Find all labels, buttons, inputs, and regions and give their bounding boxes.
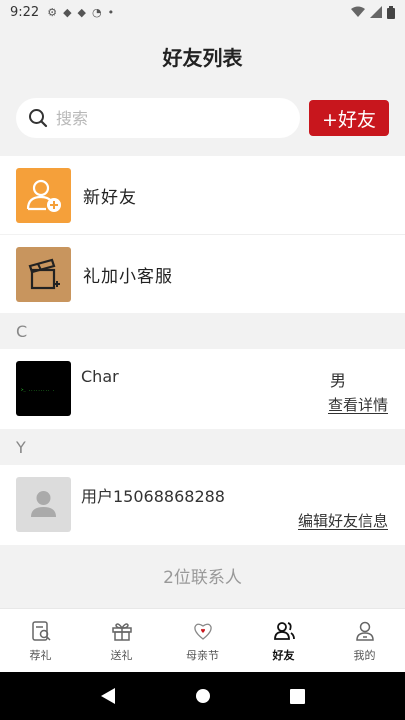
- tab-label: 送礼: [110, 648, 133, 662]
- search-input[interactable]: [56, 108, 276, 128]
- recommend-gift-icon: [31, 620, 51, 641]
- contact-row[interactable]: 用户15068868288 编辑好友信息: [0, 465, 405, 545]
- contact-name: 用户15068868288: [81, 487, 225, 506]
- edit-friend-info-link[interactable]: 编辑好友信息: [298, 510, 388, 531]
- tab-send-gift[interactable]: 送礼: [81, 609, 162, 672]
- avatar: >_ ......... .: [16, 361, 71, 416]
- search-icon: [29, 109, 48, 128]
- bottom-tab-bar: 荐礼 送礼 母亲节 好友 我的: [0, 608, 405, 672]
- contact-row[interactable]: >_ ......... . Char 男 查看详情: [0, 349, 405, 429]
- contact-count: 2位联系人: [163, 567, 242, 588]
- gift-box-icon: [111, 622, 132, 641]
- section-header-y: Y: [0, 429, 405, 465]
- page-title: 好友列表: [162, 45, 243, 70]
- tab-label: 母亲节: [186, 648, 219, 662]
- tab-label: 好友: [272, 648, 295, 662]
- dot-icon: •: [107, 5, 115, 19]
- wifi-off-icon: ◔: [92, 5, 102, 19]
- settings-status-icon: ⚙: [47, 5, 58, 19]
- wifi-icon: [351, 6, 365, 17]
- home-icon[interactable]: [195, 688, 211, 704]
- section-header-c: C: [0, 313, 405, 349]
- contact-name: Char: [81, 367, 119, 386]
- svg-text:>_ ......... .: >_ ......... .: [21, 387, 55, 392]
- search-row: +好友: [0, 90, 405, 146]
- signal-icon: [370, 6, 382, 18]
- customer-service-label: 礼加小客服: [83, 266, 173, 287]
- profile-icon: [355, 621, 374, 641]
- back-icon[interactable]: [100, 687, 116, 705]
- battery-icon: [387, 5, 395, 19]
- tab-mothers-day[interactable]: 母亲节: [162, 609, 243, 672]
- system-navigation-bar: [0, 672, 405, 720]
- mothers-day-icon: [193, 623, 212, 640]
- add-friend-button[interactable]: +好友: [309, 100, 389, 136]
- contact-gender: 男: [330, 371, 347, 390]
- new-friends-label: 新好友: [83, 187, 137, 208]
- view-details-link[interactable]: 查看详情: [328, 394, 388, 415]
- friend-list: 新好友 礼加小客服 C >_ ......... . Char 男 查看详情 Y: [0, 156, 405, 605]
- recents-icon[interactable]: [290, 688, 306, 704]
- default-avatar-icon: [16, 477, 71, 532]
- status-time: 9:22: [10, 4, 40, 20]
- gift-box-add-icon: [16, 246, 71, 302]
- new-friend-icon: [16, 167, 71, 223]
- tab-label: 荐礼: [29, 648, 52, 662]
- tab-recommend[interactable]: 荐礼: [0, 609, 81, 672]
- app-notification-icon-2: ◆: [77, 5, 87, 19]
- search-box[interactable]: [16, 98, 300, 138]
- friends-icon: [273, 621, 295, 640]
- tab-label: 我的: [353, 648, 376, 662]
- app-notification-icon: ◆: [63, 5, 72, 19]
- tab-friends[interactable]: 好友: [243, 609, 324, 672]
- new-friends-item[interactable]: 新好友: [0, 156, 405, 234]
- tab-profile[interactable]: 我的: [324, 609, 405, 672]
- status-bar: 9:22 ⚙ ◆ ◆ ◔ •: [0, 0, 405, 24]
- customer-service-item[interactable]: 礼加小客服: [0, 235, 405, 313]
